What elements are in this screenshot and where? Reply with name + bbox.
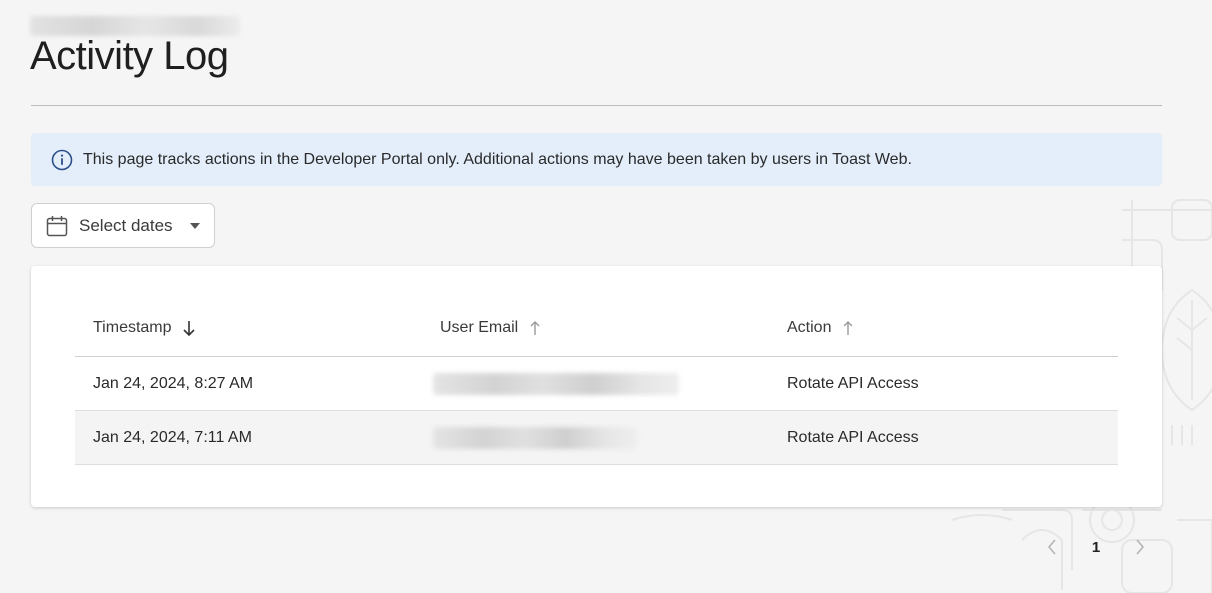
pagination: 1 (1040, 535, 1152, 559)
cell-action: Rotate API Access (787, 428, 919, 446)
table-header: Timestamp User Email Action (75, 300, 1118, 357)
redacted-email (433, 372, 679, 395)
date-picker-label: Select dates (79, 215, 173, 235)
arrow-down-icon (182, 319, 196, 337)
column-header-label: Action (787, 319, 832, 336)
column-header-user-email[interactable]: User Email (423, 319, 770, 337)
title-divider (31, 105, 1162, 106)
column-header-label: User Email (440, 319, 519, 336)
date-range-picker[interactable]: Select dates (31, 203, 215, 248)
chevron-right-icon[interactable] (1128, 535, 1152, 559)
cell-action: Rotate API Access (787, 374, 919, 392)
breadcrumb[interactable] (30, 16, 240, 36)
table-row: Jan 24, 2024, 7:11 AM Rotate API Access (75, 411, 1118, 465)
arrow-up-icon (528, 319, 542, 337)
cell-timestamp: Jan 24, 2024, 8:27 AM (93, 374, 254, 392)
info-icon (51, 149, 73, 171)
redacted-email (433, 426, 637, 449)
column-header-label: Timestamp (93, 319, 172, 336)
info-banner: This page tracks actions in the Develope… (31, 133, 1162, 186)
column-header-action[interactable]: Action (770, 319, 1118, 337)
activity-table-card: Timestamp User Email Action Jan 24, 2024… (31, 266, 1162, 507)
arrow-up-icon (841, 319, 855, 337)
cell-user-email (423, 426, 770, 449)
activity-table: Timestamp User Email Action Jan 24, 2024… (75, 300, 1118, 465)
calendar-icon (46, 215, 68, 237)
chevron-left-icon[interactable] (1040, 535, 1064, 559)
current-page-number[interactable]: 1 (1092, 539, 1100, 556)
table-row: Jan 24, 2024, 8:27 AM Rotate API Access (75, 357, 1118, 411)
cell-timestamp: Jan 24, 2024, 7:11 AM (93, 428, 252, 446)
cell-user-email (423, 372, 770, 395)
info-banner-text: This page tracks actions in the Develope… (83, 150, 912, 168)
page-title: Activity Log (30, 34, 229, 78)
column-header-timestamp[interactable]: Timestamp (75, 319, 423, 337)
caret-down-icon (189, 222, 200, 229)
